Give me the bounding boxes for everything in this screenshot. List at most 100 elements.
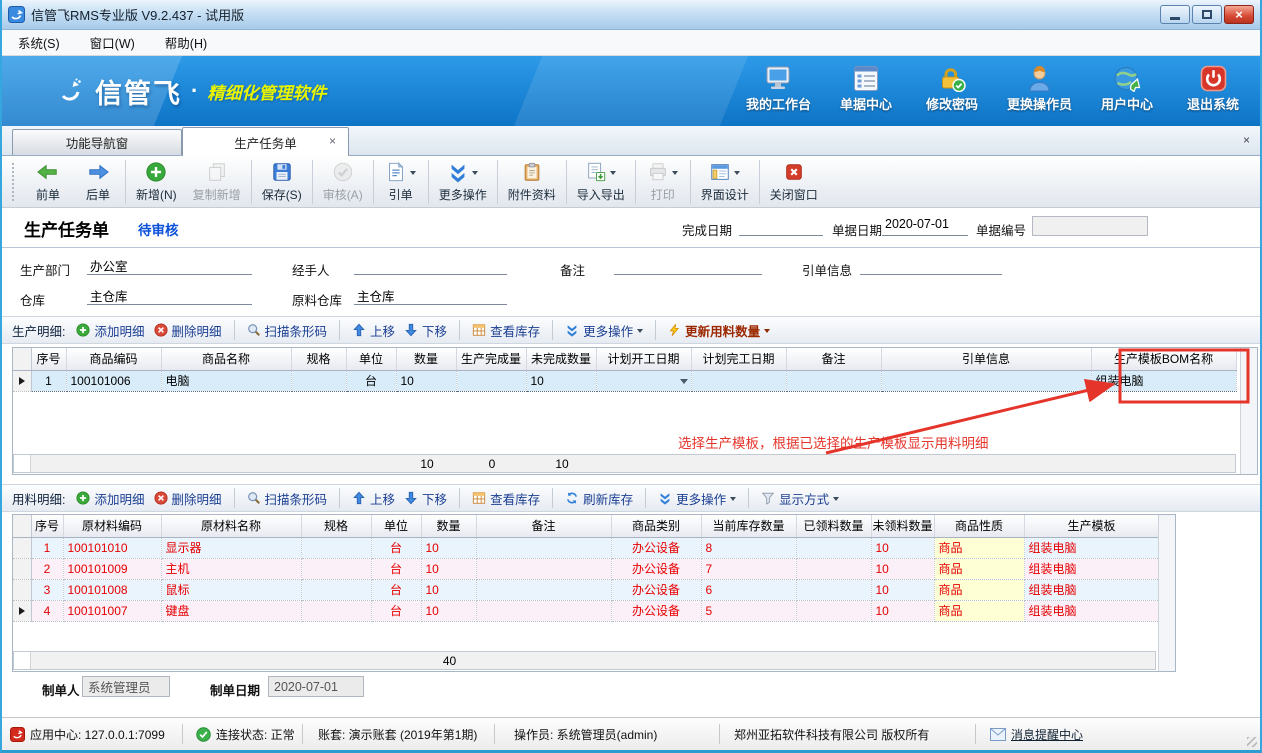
- banner-actions: 我的工作台 单据中心 修改密码 更换操作员 用户中心 退出系统: [746, 65, 1244, 113]
- remark-input[interactable]: [614, 256, 762, 275]
- banner-action-user-center[interactable]: 用户中心: [1096, 65, 1158, 113]
- table-row[interactable]: 3 100101008 鼠标 台 10 办公设备 6 10 商品 组装电脑: [13, 579, 1159, 600]
- ref-info-input[interactable]: [860, 256, 1002, 275]
- prod-move-up-button[interactable]: 上移: [352, 321, 395, 340]
- bom-template-cell[interactable]: 组装电脑: [1091, 370, 1236, 391]
- prod-scan-barcode-button[interactable]: 扫描条形码: [247, 321, 328, 340]
- delete-icon: [154, 323, 168, 337]
- mat-move-down-button[interactable]: 下移: [404, 489, 447, 508]
- table-row[interactable]: 4 100101007 键盘 台 10 办公设备 5 10 商品 组装电脑: [13, 600, 1159, 621]
- vertical-scrollbar[interactable]: [1240, 348, 1257, 474]
- maker-field: 系统管理员: [82, 676, 170, 697]
- title-bar: 信管飞RMS专业版 V9.2.437 - 试用版 ×: [2, 0, 1260, 30]
- table-row[interactable]: 2 100101009 主机 台 10 办公设备 7 10 商品 组装电脑: [13, 558, 1159, 579]
- production-table: 序号 商品编码 商品名称 规格 单位 数量 生产完成量 未完成数量 计划开工日期…: [13, 348, 1237, 392]
- row-selector-header: [13, 515, 31, 537]
- update-material-qty-button[interactable]: 更新用料数量: [668, 321, 770, 340]
- mat-refresh-stock-button[interactable]: 刷新库存: [565, 489, 633, 508]
- banner-action-document-center[interactable]: 单据中心: [835, 65, 897, 113]
- menu-system[interactable]: 系统(S): [18, 33, 60, 52]
- tab-strip: 功能导航窗 生产任务单 × ×: [2, 126, 1260, 156]
- minimize-icon: [1170, 17, 1180, 20]
- more-actions-button[interactable]: 更多操作: [431, 157, 495, 206]
- lock-icon: [937, 65, 966, 92]
- mat-view-stock-button[interactable]: 查看库存: [472, 489, 540, 508]
- menu-bar: 系统(S) 窗口(W) 帮助(H): [2, 30, 1260, 56]
- warehouse-input[interactable]: 主仓库: [87, 286, 252, 305]
- toolbar-separator: [645, 488, 646, 508]
- window-design-icon: [709, 161, 731, 183]
- attachments-button[interactable]: 附件资料: [500, 157, 564, 206]
- summary-selector-cell: [14, 652, 31, 669]
- bill-no-input[interactable]: [1032, 216, 1148, 236]
- delete-icon: [154, 491, 168, 505]
- tabstrip-close-icon[interactable]: ×: [1243, 133, 1250, 147]
- tab-close-icon[interactable]: ×: [329, 135, 336, 147]
- prod-view-stock-button[interactable]: 查看库存: [472, 321, 540, 340]
- material-warehouse-input[interactable]: 主仓库: [354, 286, 507, 305]
- prev-doc-button[interactable]: 前单: [23, 157, 73, 206]
- ref-info-label: 引单信息: [802, 260, 852, 279]
- import-export-button[interactable]: 导入导出: [569, 157, 633, 206]
- funnel-icon: [761, 491, 775, 505]
- audit-button[interactable]: 审核(A): [315, 157, 371, 206]
- banner-action-change-password[interactable]: 修改密码: [921, 65, 983, 113]
- double-chevron-down-icon: [447, 161, 469, 183]
- bill-no-label: 单据编号: [976, 220, 1026, 239]
- table-row[interactable]: 1 100101010 显示器 台 10 办公设备 8 10 商品 组装电脑: [13, 537, 1159, 558]
- bill-date-input[interactable]: 2020-07-01: [882, 217, 968, 236]
- mat-delete-row-button[interactable]: 删除明细: [154, 489, 222, 508]
- maximize-button[interactable]: [1192, 5, 1222, 24]
- quote-doc-button[interactable]: 引单: [376, 157, 426, 206]
- toolbar-separator: [635, 160, 636, 204]
- dropdown-caret-icon: [833, 497, 839, 504]
- done-total: 0: [457, 457, 527, 471]
- mat-scan-barcode-button[interactable]: 扫描条形码: [247, 489, 328, 508]
- banner-action-exit[interactable]: 退出系统: [1182, 65, 1244, 113]
- magnifier-icon: [247, 323, 261, 337]
- close-button[interactable]: ×: [1224, 5, 1254, 24]
- table-row[interactable]: 1 100101006 电脑 台 10 10 组装电脑: [13, 370, 1236, 391]
- toolbar-separator: [459, 320, 460, 340]
- prod-more-actions-button[interactable]: 更多操作: [565, 321, 643, 340]
- banner-action-switch-operator[interactable]: 更换操作员: [1007, 65, 1072, 113]
- prod-delete-row-button[interactable]: 删除明细: [154, 321, 222, 340]
- mat-add-row-button[interactable]: 添加明细: [76, 489, 144, 508]
- dept-input[interactable]: 办公室: [87, 256, 252, 275]
- finish-date-input[interactable]: [739, 217, 823, 236]
- ui-design-button[interactable]: 界面设计: [693, 157, 757, 206]
- mat-more-actions-button[interactable]: 更多操作: [658, 489, 736, 508]
- new-button[interactable]: 新增(N): [128, 157, 185, 206]
- menu-help[interactable]: 帮助(H): [165, 33, 207, 52]
- tab-production-order[interactable]: 生产任务单 ×: [182, 127, 349, 156]
- toolbar-separator: [234, 488, 235, 508]
- copy-new-button[interactable]: 复制新增: [185, 157, 249, 206]
- next-doc-button[interactable]: 后单: [73, 157, 123, 206]
- toolbar-grip[interactable]: [12, 163, 15, 201]
- banner-action-workbench[interactable]: 我的工作台: [746, 65, 811, 113]
- handler-input[interactable]: [354, 256, 507, 275]
- brand-separator: ·: [191, 78, 198, 104]
- prod-add-row-button[interactable]: 添加明细: [76, 321, 144, 340]
- message-center-link[interactable]: 消息提醒中心: [990, 726, 1083, 743]
- material-warehouse-label: 原料仓库: [292, 290, 342, 309]
- production-detail-title: 生产明细:: [12, 321, 65, 340]
- print-button[interactable]: 打印: [638, 157, 688, 206]
- toolbar-separator: [339, 320, 340, 340]
- status-badge: 待审核: [138, 219, 179, 239]
- minimize-button[interactable]: [1160, 5, 1190, 24]
- finish-date-label: 完成日期: [682, 220, 732, 239]
- vertical-scrollbar[interactable]: [1158, 515, 1175, 671]
- close-window-button[interactable]: 关闭窗口: [762, 157, 826, 206]
- mat-move-up-button[interactable]: 上移: [352, 489, 395, 508]
- tab-function-nav[interactable]: 功能导航窗: [12, 129, 182, 155]
- resize-grip[interactable]: [1247, 737, 1257, 747]
- account-set-status: 账套: 演示账套 (2019年第1期): [318, 726, 477, 743]
- menu-window[interactable]: 窗口(W): [90, 33, 135, 52]
- add-icon: [76, 491, 90, 505]
- prod-move-down-button[interactable]: 下移: [404, 321, 447, 340]
- save-button[interactable]: 保存(S): [254, 157, 310, 206]
- date-dropdown-icon[interactable]: [680, 379, 688, 388]
- bill-date-label: 单据日期: [832, 220, 882, 239]
- mat-display-mode-button[interactable]: 显示方式: [761, 489, 839, 508]
